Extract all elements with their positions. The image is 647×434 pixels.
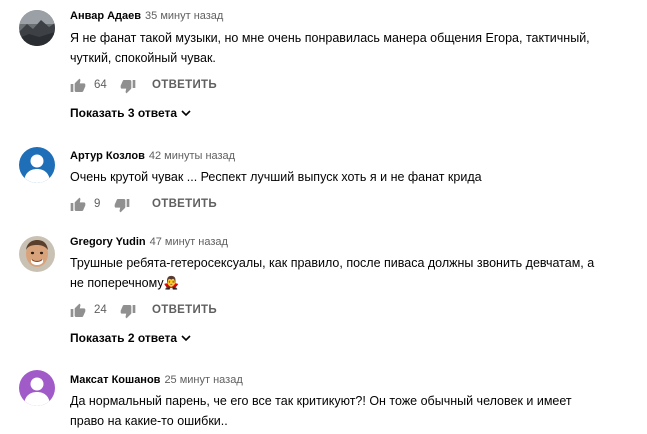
- avatar[interactable]: [19, 370, 55, 406]
- comment-text: Очень крутой чувак ... Респект лучший вы…: [70, 167, 640, 187]
- comment-text-fragment: не поперечному: [70, 276, 164, 290]
- like-count: 64: [94, 79, 107, 91]
- like-count: 24: [94, 304, 107, 316]
- comment-header: Анвар Адаев 35 минут назад: [70, 10, 223, 22]
- show-replies-button[interactable]: Показать 2 ответа: [70, 331, 191, 345]
- thumbs-up-icon[interactable]: [70, 197, 86, 213]
- timestamp[interactable]: 47 минут назад: [150, 236, 228, 248]
- comments-section: Анвар Адаев 35 минут назад Я не фанат так…: [0, 0, 647, 434]
- thumbs-up-icon[interactable]: [70, 303, 86, 319]
- comment-text-line: право на какие-то ошибки..: [70, 414, 228, 428]
- comment-text-line: Трушные ребята-гетеросексуалы, как прави…: [70, 256, 595, 270]
- chevron-down-icon: [181, 335, 191, 342]
- reply-button[interactable]: ОТВЕТИТЬ: [152, 79, 217, 91]
- thumbs-down-icon[interactable]: [114, 197, 130, 213]
- comment-header: Максат Кошанов 25 минут назад: [70, 374, 243, 386]
- comment-text-line: Очень крутой чувак ... Респект лучший вы…: [70, 170, 482, 184]
- comment-text: Да нормальный парень, че его все так кри…: [70, 391, 640, 431]
- timestamp[interactable]: 35 минут назад: [145, 10, 223, 22]
- comment-text-line-2: не поперечному🧛‍♂: [70, 273, 640, 293]
- comment-text-line: Я не фанат такой музыки, но мне очень по…: [70, 31, 590, 45]
- author-name[interactable]: Артур Козлов: [70, 150, 145, 162]
- comment-text: Трушные ребята-гетеросексуалы, как прави…: [70, 253, 640, 293]
- chevron-down-icon: [181, 110, 191, 117]
- comment-text-line: Да нормальный парень, че его все так кри…: [70, 394, 572, 408]
- comment-header: Артур Козлов 42 минуты назад: [70, 150, 235, 162]
- avatar[interactable]: [19, 236, 55, 272]
- author-name[interactable]: Анвар Адаев: [70, 10, 141, 22]
- comment-header: Gregory Yudin 47 минут назад: [70, 236, 228, 248]
- avatar[interactable]: [19, 10, 55, 46]
- timestamp[interactable]: 42 минуты назад: [149, 150, 235, 162]
- timestamp[interactable]: 25 минут назад: [164, 374, 242, 386]
- show-replies-button[interactable]: Показать 3 ответа: [70, 106, 191, 120]
- show-replies-label: Показать 3 ответа: [70, 106, 178, 120]
- author-name[interactable]: Gregory Yudin: [70, 236, 146, 248]
- comment-text: Я не фанат такой музыки, но мне очень по…: [70, 28, 640, 68]
- vampire-emoji: 🧛‍♂: [163, 276, 180, 290]
- author-name[interactable]: Максат Кошанов: [70, 374, 160, 386]
- thumbs-down-icon[interactable]: [120, 303, 136, 319]
- show-replies-label: Показать 2 ответа: [70, 331, 178, 345]
- reply-button[interactable]: ОТВЕТИТЬ: [152, 304, 217, 316]
- thumbs-up-icon[interactable]: [70, 78, 86, 94]
- like-count: 9: [94, 198, 101, 210]
- reply-button[interactable]: ОТВЕТИТЬ: [152, 198, 217, 210]
- avatar[interactable]: [19, 147, 55, 183]
- comment-text-line: чуткий, спокойный чувак.: [70, 51, 216, 65]
- thumbs-down-icon[interactable]: [120, 78, 136, 94]
